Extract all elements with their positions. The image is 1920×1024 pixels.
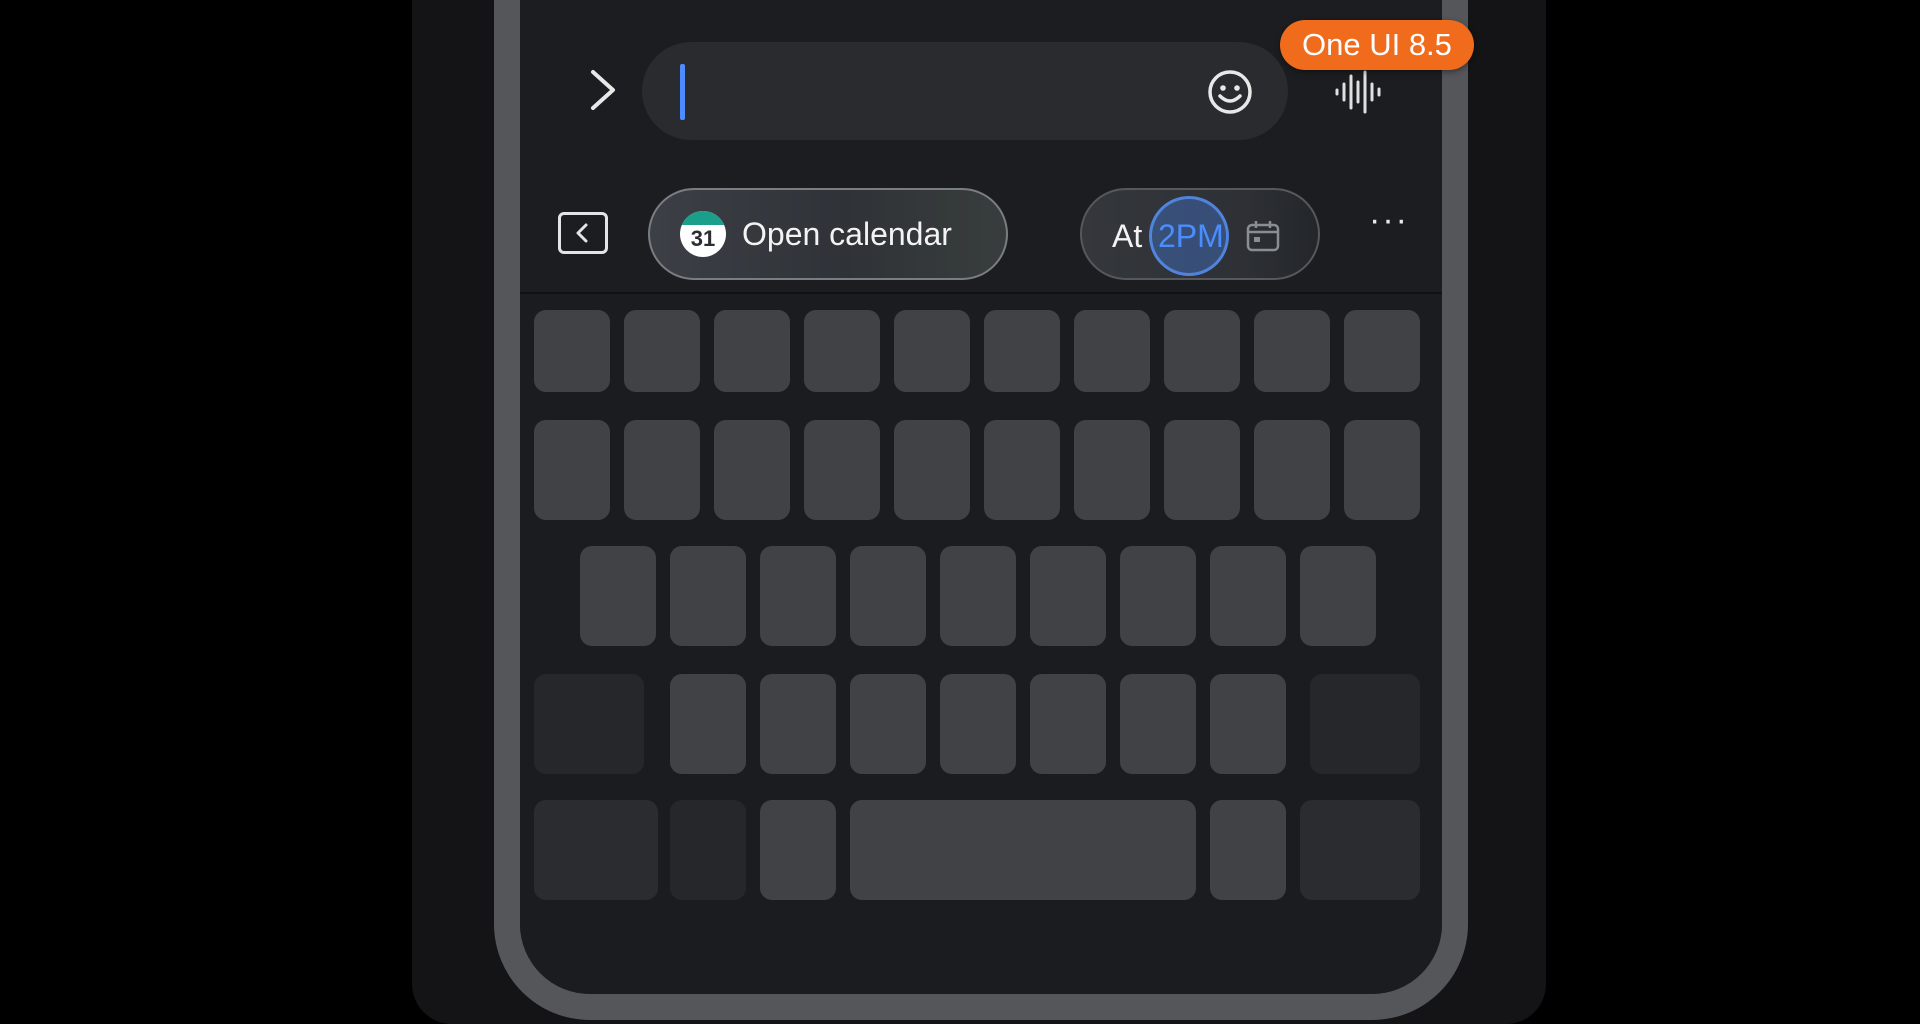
screen: 31 Open calendar At 2PM ··· One UI 8.5 [0, 0, 1920, 1024]
settings-key[interactable] [670, 800, 746, 900]
keyboard-key[interactable] [670, 546, 746, 646]
keyboard-key[interactable] [1254, 420, 1330, 520]
time-suggestion-chip[interactable]: At 2PM [1080, 188, 1320, 280]
keyboard-key[interactable] [894, 310, 970, 392]
emoji-icon[interactable] [1206, 68, 1254, 116]
keyboard-key[interactable] [1030, 674, 1106, 774]
keyboard-key[interactable] [534, 420, 610, 520]
keyboard-key[interactable] [804, 310, 880, 392]
time-highlight: 2PM [1158, 218, 1224, 254]
keyboard-key[interactable] [1254, 310, 1330, 392]
space-bar[interactable] [850, 800, 1196, 900]
more-horizontal-icon[interactable]: ··· [1362, 200, 1416, 248]
keyboard-key[interactable] [1344, 420, 1420, 520]
keyboard-key[interactable] [624, 310, 700, 392]
keyboard-key[interactable] [760, 674, 836, 774]
backspace-key[interactable] [1310, 674, 1420, 774]
keyboard-key[interactable] [1074, 310, 1150, 392]
enter-key[interactable] [1300, 800, 1420, 900]
keyboard-key[interactable] [1210, 674, 1286, 774]
chevron-left-icon[interactable] [558, 212, 608, 254]
keyboard-key[interactable] [850, 674, 926, 774]
keyboard-key[interactable] [1344, 310, 1420, 392]
keyboard-key[interactable] [850, 546, 926, 646]
keyboard-key[interactable] [1120, 546, 1196, 646]
keyboard-key[interactable] [984, 420, 1060, 520]
keyboard-key[interactable] [534, 310, 610, 392]
period-key[interactable] [1210, 800, 1286, 900]
calendar-icon-day: 31 [690, 226, 716, 251]
voice-waveform-icon[interactable] [1332, 68, 1386, 116]
message-input[interactable] [642, 42, 1288, 140]
keyboard-key[interactable] [940, 546, 1016, 646]
calendar-icon: 31 [680, 211, 726, 257]
chevron-right-icon[interactable] [580, 68, 624, 112]
keyboard-key[interactable] [940, 674, 1016, 774]
time-prefix: At [1112, 218, 1143, 254]
version-badge: One UI 8.5 [1280, 20, 1474, 70]
keyboard-key[interactable] [670, 674, 746, 774]
keyboard-key[interactable] [760, 546, 836, 646]
keyboard-key[interactable] [1030, 546, 1106, 646]
suggestion-bar: 31 Open calendar At 2PM ··· [520, 186, 1442, 282]
keyboard-key[interactable] [894, 420, 970, 520]
keyboard-key[interactable] [624, 420, 700, 520]
keyboard [520, 294, 1442, 994]
open-calendar-chip[interactable]: 31 Open calendar [648, 188, 1008, 280]
comma-key[interactable] [760, 800, 836, 900]
keyboard-key[interactable] [714, 420, 790, 520]
more-label: ··· [1369, 201, 1409, 239]
keyboard-key[interactable] [1120, 674, 1196, 774]
keyboard-key[interactable] [1164, 310, 1240, 392]
keyboard-key[interactable] [580, 546, 656, 646]
keyboard-key[interactable] [804, 420, 880, 520]
keyboard-key[interactable] [1210, 546, 1286, 646]
keyboard-key[interactable] [1164, 420, 1240, 520]
calendar-add-icon [1246, 221, 1280, 252]
keyboard-key[interactable] [714, 310, 790, 392]
symbols-key[interactable] [534, 800, 658, 900]
shift-key[interactable] [534, 674, 644, 774]
text-caret [680, 64, 685, 120]
phone-frame: 31 Open calendar At 2PM ··· [494, 0, 1468, 1020]
keyboard-key[interactable] [1074, 420, 1150, 520]
keyboard-key[interactable] [1300, 546, 1376, 646]
keyboard-key[interactable] [984, 310, 1060, 392]
open-calendar-label: Open calendar [742, 215, 952, 252]
